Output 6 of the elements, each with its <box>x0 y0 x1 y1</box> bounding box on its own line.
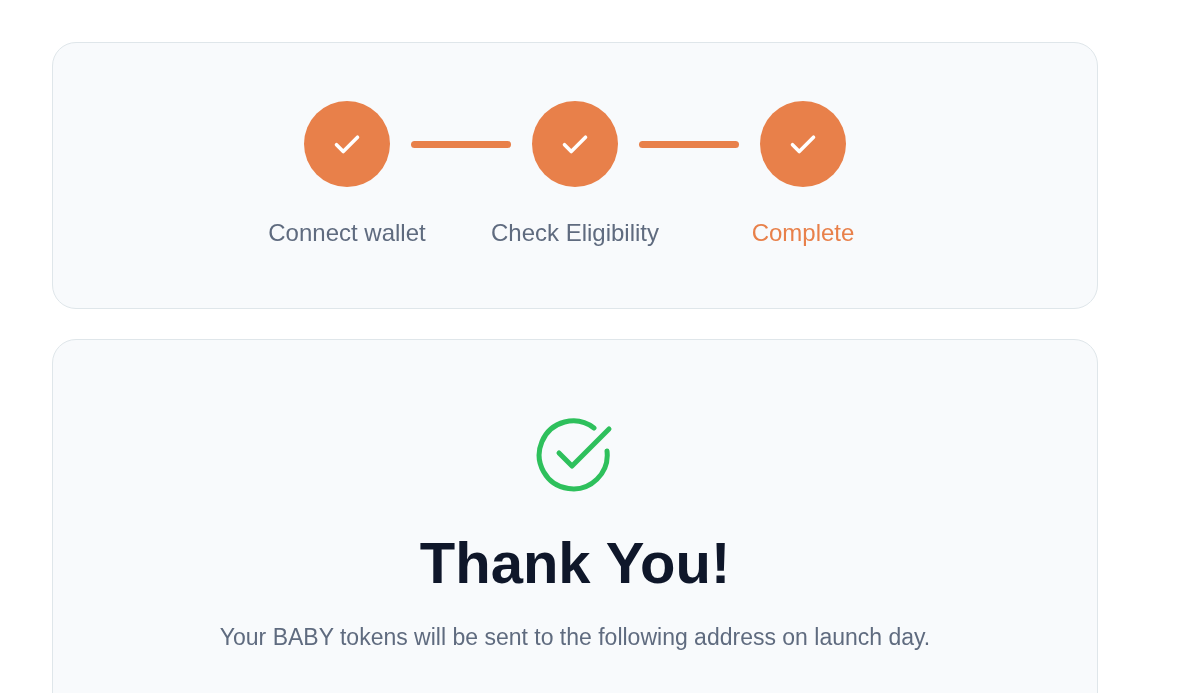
step-label: Complete <box>751 218 855 248</box>
step-label: Connect wallet <box>268 218 426 248</box>
step-label: Check Eligibility <box>490 218 660 248</box>
success-check-icon <box>536 416 614 494</box>
thank-you-heading: Thank You! <box>419 529 731 597</box>
confirmation-message: Your BABY tokens will be sent to the following address on launch day. <box>219 623 931 652</box>
